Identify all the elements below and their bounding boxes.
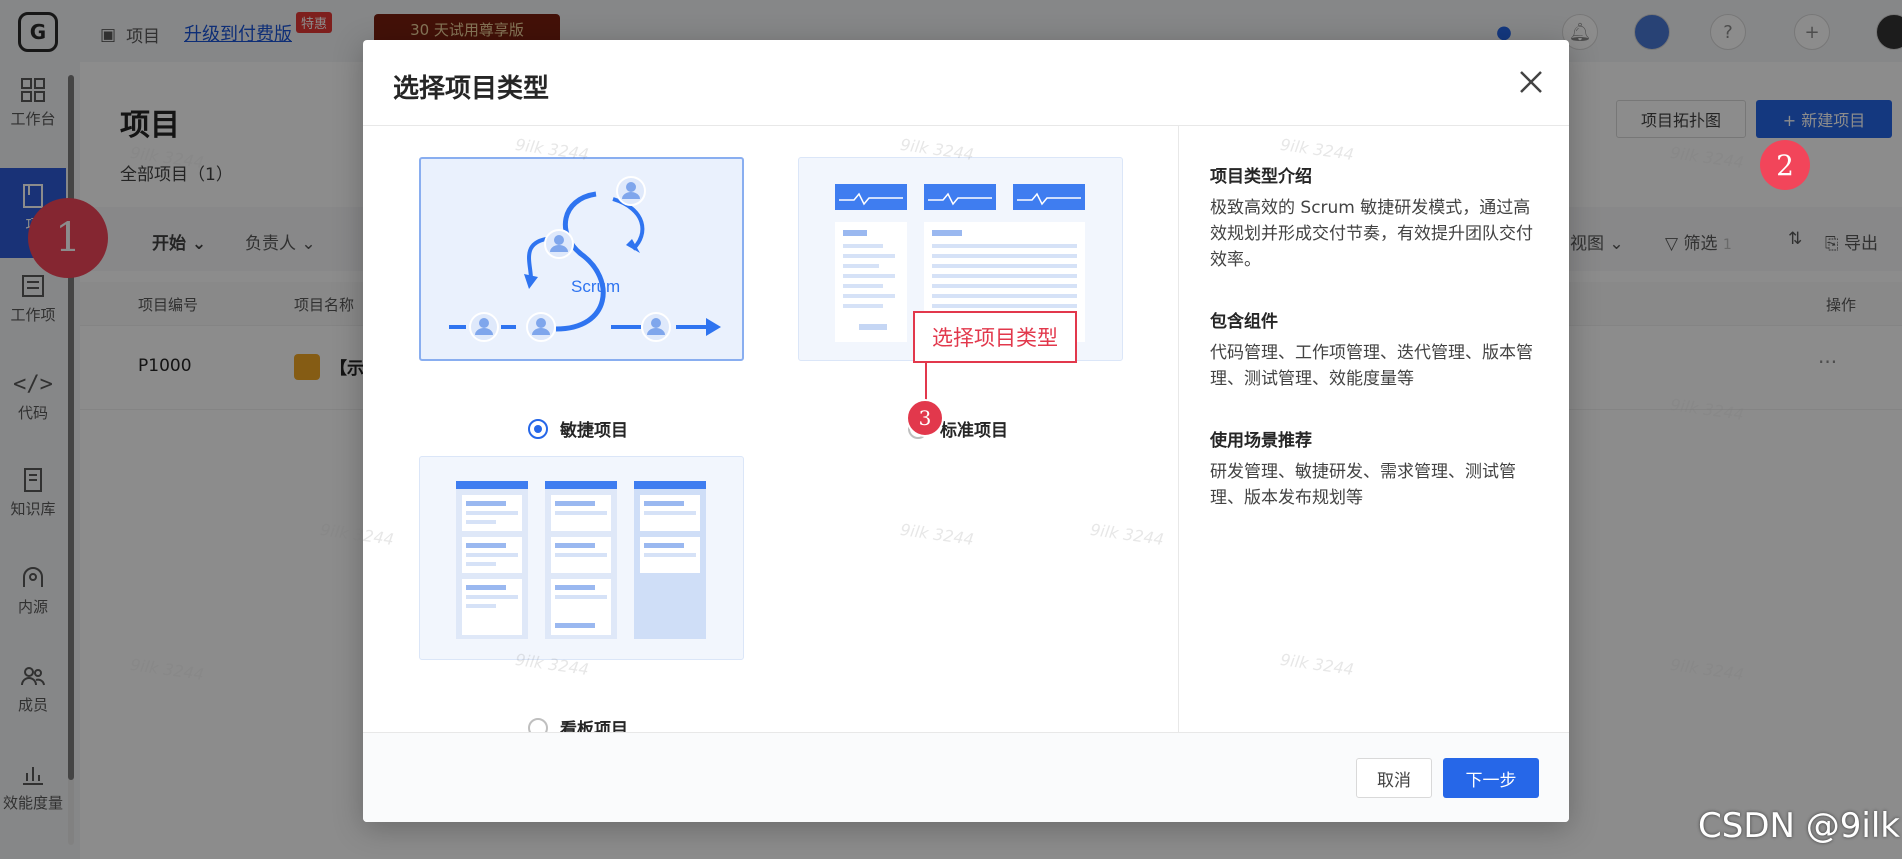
intro-text: 极致高效的 Scrum 敏捷研发模式，通过高效规划并形成交付节奏，有效提升团队交… (1210, 198, 1533, 270)
project-type-description: 项目类型介绍 极致高效的 Scrum 敏捷研发模式，通过高效规划并形成交付节奏，… (1180, 126, 1569, 732)
dialog-footer: 取消 下一步 (363, 732, 1569, 822)
step-badge-3: 3 (906, 399, 944, 437)
scrum-illustration: Scrum (449, 176, 721, 342)
svg-text:Scrum: Scrum (571, 277, 620, 296)
project-type-options: Scrum 敏捷项目 标准项目 看板项目 (363, 126, 1179, 740)
annotation-callout: 选择项目类型 (913, 311, 1077, 363)
next-step-button[interactable]: 下一步 (1443, 758, 1539, 798)
intro-title: 项目类型介绍 (1210, 167, 1312, 187)
step-badge-2: 2 (1760, 140, 1810, 190)
dialog-header: 选择项目类型 (363, 40, 1569, 126)
agile-project-label: 敏捷项目 (560, 421, 628, 441)
agile-project-card[interactable]: Scrum (419, 157, 744, 361)
components-title: 包含组件 (1210, 312, 1278, 332)
kanban-project-card[interactable] (419, 456, 744, 660)
components-text: 代码管理、工作项管理、迭代管理、版本管理、测试管理、效能度量等 (1210, 343, 1533, 389)
cancel-button[interactable]: 取消 (1356, 758, 1432, 798)
radio-button[interactable] (528, 418, 548, 439)
scenarios-text: 研发管理、敏捷研发、需求管理、测试管理、版本发布规划等 (1210, 462, 1516, 508)
project-type-dialog: 选择项目类型 Scrum 敏捷项目 标准项目 看板项目 项目类型介绍 极致高效的… (363, 40, 1569, 822)
agile-project-radio[interactable]: 敏捷项目 (528, 416, 628, 441)
csdn-credit: CSDN @9ilk (1698, 806, 1900, 846)
dialog-title: 选择项目类型 (393, 74, 550, 104)
kanban-illustration (456, 481, 706, 639)
close-icon[interactable] (1513, 64, 1549, 100)
standard-project-label: 标准项目 (940, 421, 1008, 441)
scenarios-title: 使用场景推荐 (1210, 431, 1312, 451)
